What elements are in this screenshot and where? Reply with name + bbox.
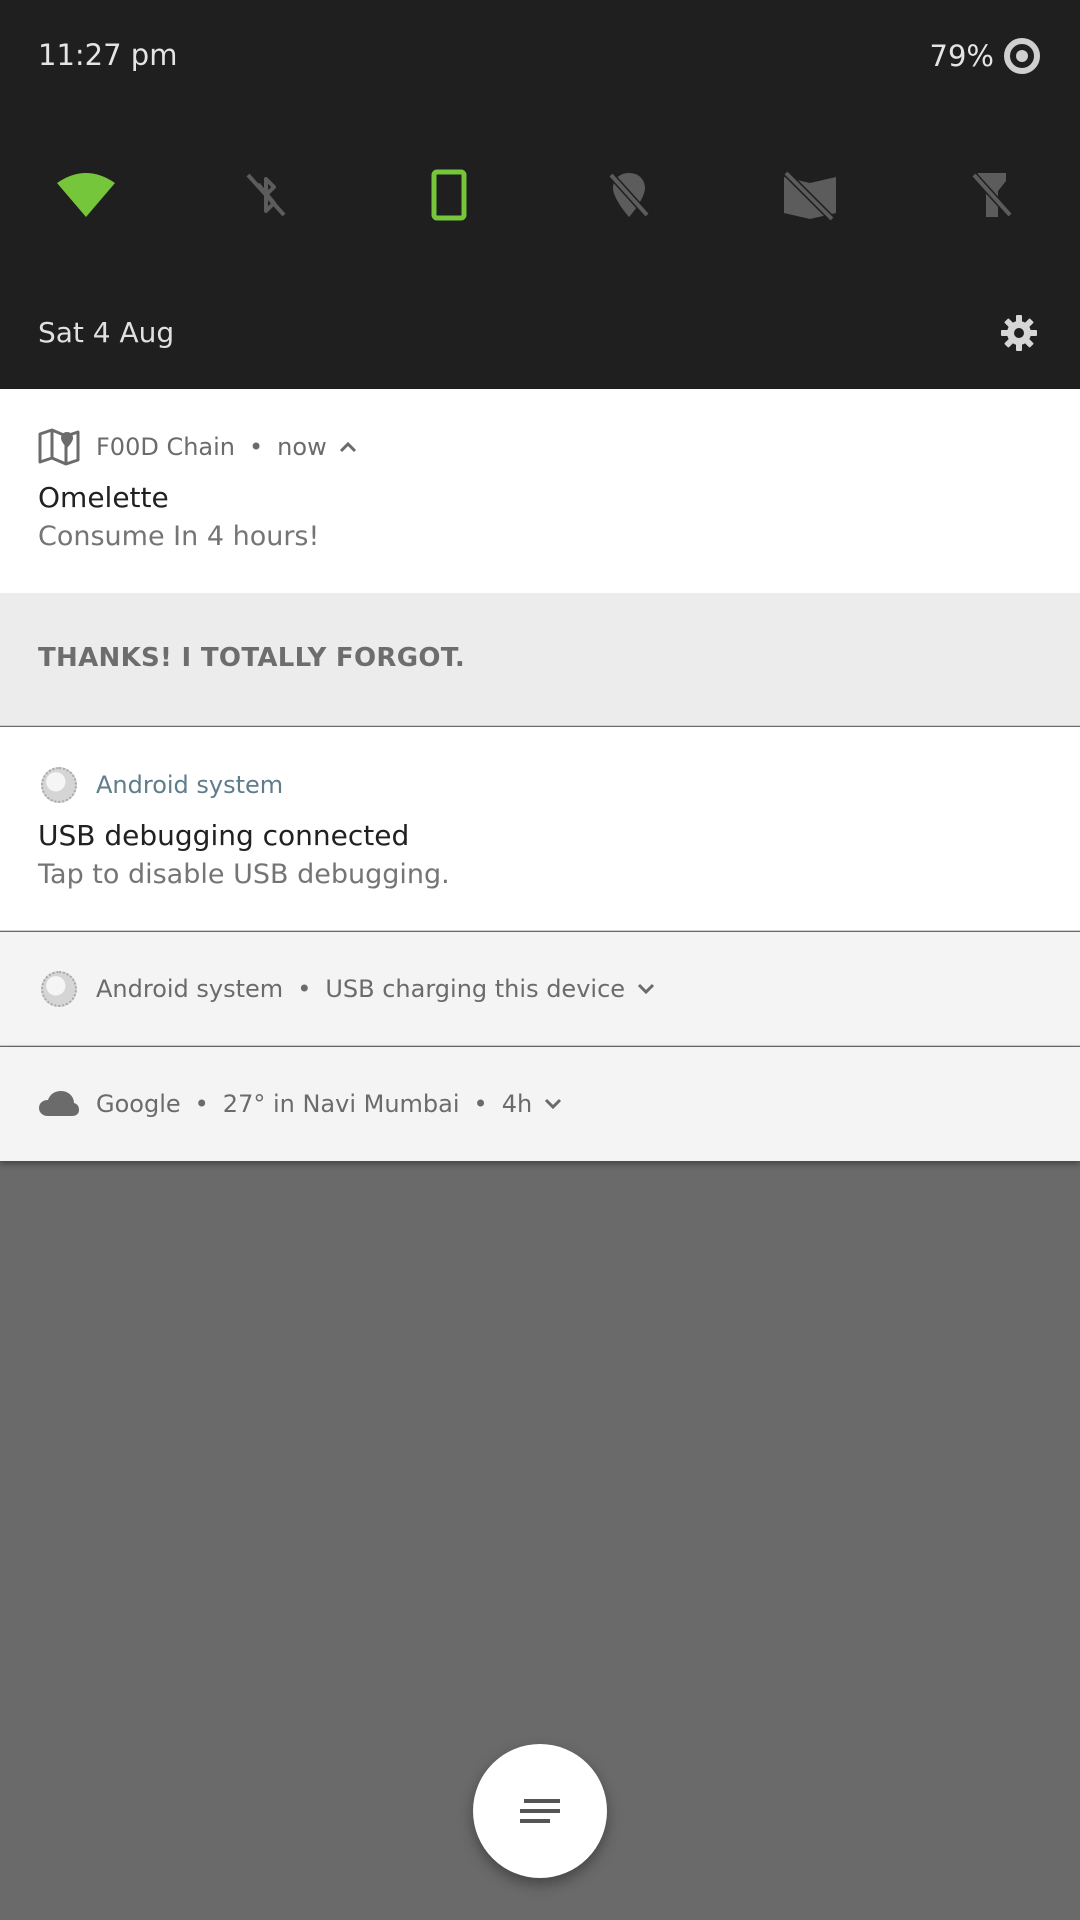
map-icon: [38, 426, 80, 468]
notification-usb-debugging[interactable]: Android system USB debugging connected T…: [0, 727, 1080, 931]
thanks-action-button[interactable]: THANKS! I TOTALLY FORGOT.: [38, 643, 465, 673]
cloud-icon: [38, 1083, 80, 1125]
do-not-disturb-off-icon: [783, 170, 836, 221]
notification-time: now: [277, 433, 327, 461]
android-system-icon: [38, 968, 80, 1010]
app-name: Google: [96, 1090, 181, 1118]
app-name: Android system: [96, 975, 284, 1003]
tile-flashlight[interactable]: [947, 150, 1037, 240]
separator-dot: •: [297, 975, 312, 1003]
android-system-icon: [38, 764, 80, 806]
notification-actions: THANKS! I TOTALLY FORGOT.: [0, 593, 1080, 726]
status-time: 11:27 pm: [38, 38, 178, 72]
tile-bluetooth[interactable]: [221, 150, 311, 240]
battery-percent: 79%: [929, 39, 994, 73]
separator-dot: •: [249, 433, 264, 461]
notification-title: USB debugging connected: [38, 819, 410, 852]
phone-portrait-icon: [431, 169, 467, 221]
notification-text: Tap to disable USB debugging.: [38, 859, 450, 890]
notification-summary: 27° in Navi Mumbai: [222, 1090, 460, 1118]
notification-header: Google • 27° in Navi Mumbai • 4h: [38, 1083, 562, 1125]
notes-icon: [520, 1799, 560, 1823]
battery-indicator: 79%: [930, 38, 1040, 74]
app-name: F00D Chain: [96, 433, 236, 461]
settings-button[interactable]: [994, 308, 1044, 358]
location-off-icon: [608, 172, 650, 218]
notification-time: 4h: [501, 1090, 533, 1118]
notification-google-weather[interactable]: Google • 27° in Navi Mumbai • 4h: [0, 1047, 1080, 1161]
tile-location[interactable]: [584, 150, 674, 240]
notification-header: F00D Chain • now: [38, 426, 357, 468]
notification-header: Android system: [38, 764, 283, 806]
chevron-down-icon[interactable]: [544, 1098, 562, 1110]
chevron-down-icon[interactable]: [637, 983, 655, 995]
wifi-icon: [57, 173, 115, 217]
notification-text: Consume In 4 hours!: [38, 521, 320, 552]
tile-reading-mode[interactable]: [765, 150, 855, 240]
tile-wifi[interactable]: [41, 150, 131, 240]
notification-usb-charging[interactable]: Android system • USB charging this devic…: [0, 932, 1080, 1046]
quick-settings-tiles: [0, 150, 1080, 240]
manage-notifications-button[interactable]: [473, 1744, 607, 1878]
date-label: Sat 4 Aug: [38, 316, 175, 349]
app-name: Android system: [96, 771, 284, 799]
notification-summary: USB charging this device: [325, 975, 626, 1003]
separator-dot: •: [194, 1090, 209, 1118]
flashlight-off-icon: [971, 172, 1013, 218]
separator-dot: •: [473, 1090, 488, 1118]
notification-header: Android system • USB charging this devic…: [38, 968, 655, 1010]
bluetooth-off-icon: [246, 173, 286, 217]
battery-icon: [1004, 38, 1040, 74]
gear-icon: [1001, 315, 1037, 351]
notification-title: Omelette: [38, 481, 169, 514]
quick-settings-panel: 11:27 pm 79% Sat 4 Aug: [0, 0, 1080, 389]
notification-food-chain[interactable]: F00D Chain • now Omelette Consume In 4 h…: [0, 389, 1080, 593]
tile-rotation[interactable]: [404, 150, 494, 240]
chevron-up-icon[interactable]: [339, 441, 357, 453]
